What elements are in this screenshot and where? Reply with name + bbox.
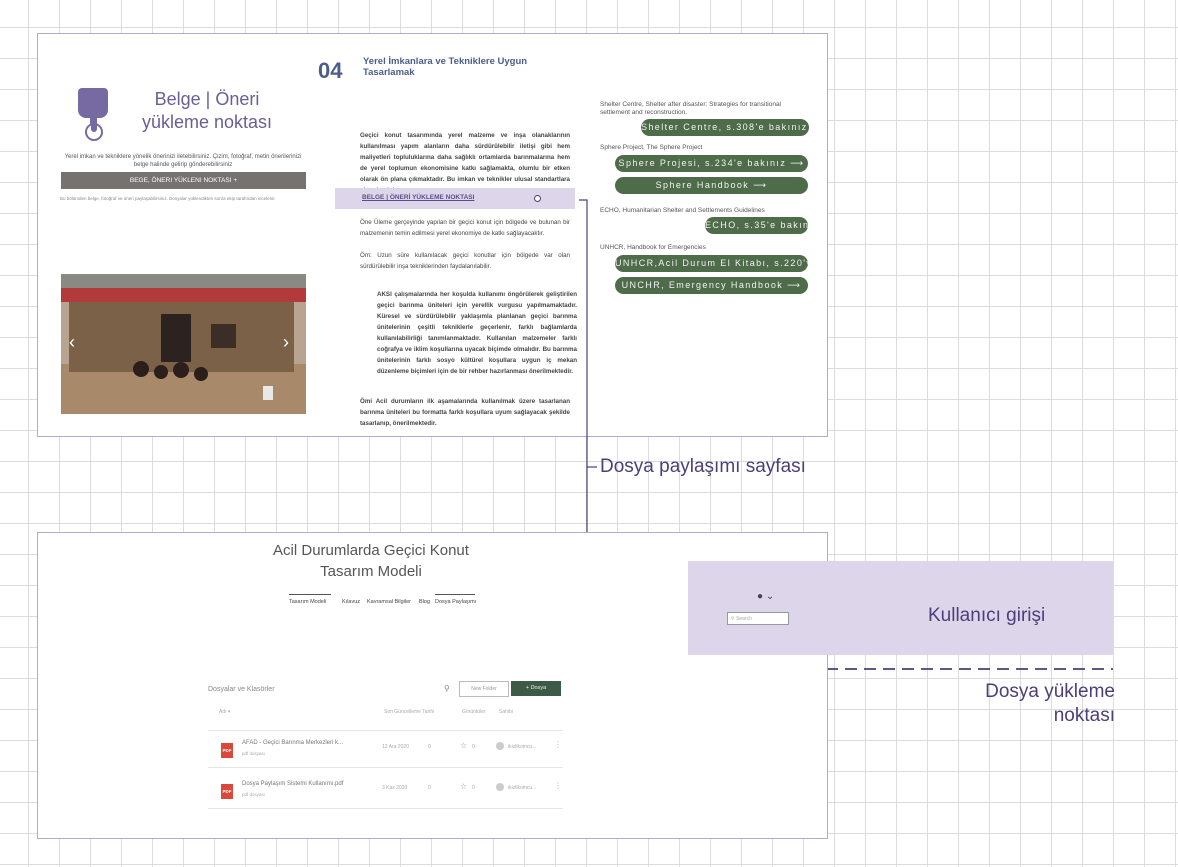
- resource-label-2: Sphere Project, The Sphere Project: [600, 144, 703, 151]
- search-placeholder: Search: [736, 616, 752, 622]
- upload-description: Yerel imkan ve tekniklere yönelik önerin…: [64, 154, 302, 168]
- house-photo: ‹ ›: [61, 274, 306, 414]
- file-owner: ikizlikomcu...: [508, 785, 537, 791]
- file-name[interactable]: AFAD - Geçici Barınma Merkezleri k...: [242, 740, 343, 746]
- section-title: Yerel İmkanlara ve Tekniklere Uygun Tasa…: [363, 56, 528, 78]
- resource-label-5: UNHCR, Handbook for Emergencies: [600, 244, 706, 251]
- annotation-upload-point: Dosya yükleme noktası: [985, 681, 1115, 726]
- nav-concepts[interactable]: Kavramsal Bilgiler: [367, 599, 411, 605]
- file-owner: ikizlikomcu...: [508, 744, 537, 750]
- nav-file-share-underline: [435, 594, 475, 595]
- more-options-icon[interactable]: ⋮: [554, 740, 562, 749]
- sphere-handbook-button[interactable]: Sphere Handbook ⟶: [615, 177, 808, 194]
- paragraph-4: Ömi Acil durumların ilk aşamalarında kul…: [360, 398, 570, 427]
- user-account-icon[interactable]: ● ⌄: [757, 591, 774, 602]
- file-date: 3 Kas 2020: [382, 785, 408, 791]
- echo-button[interactable]: ECHO, s.35'e bakınız ⟶: [705, 217, 808, 234]
- table-header: Adı ▾ Son Güncelleme Tarihi Görüntüler S…: [219, 709, 569, 717]
- search-box[interactable]: ⚲ Search: [727, 612, 789, 625]
- unhcr-tr-button[interactable]: UNHCR,Acil Durum El Kitabı, s.220'yo...: [615, 255, 808, 272]
- section-label: Dosyalar ve Klasörler: [208, 686, 275, 693]
- highlight-upload-point[interactable]: BELGE | ÖNERİ YÜKLEME NOKTASI: [335, 188, 575, 209]
- file-date: 12 Ara 2020: [382, 744, 409, 750]
- nav-design-model[interactable]: Tasarım Modeli: [289, 599, 326, 605]
- pdf-file-icon: PDF: [221, 784, 233, 799]
- nav-guide[interactable]: Kılavuz: [342, 599, 360, 605]
- photo-prev-icon[interactable]: ‹: [69, 332, 75, 353]
- hand-pointer-icon: [72, 84, 112, 144]
- annotation-login: Kullanıcı girişi: [928, 605, 1046, 626]
- col-date[interactable]: Son Güncelleme Tarihi: [384, 709, 434, 715]
- col-views[interactable]: Görüntüler: [462, 709, 486, 715]
- highlight-upload-label: BELGE | ÖNERİ YÜKLEME NOKTASI: [362, 194, 475, 201]
- more-options-icon[interactable]: ⋮: [554, 781, 562, 790]
- annotation-file-share: Dosya paylaşımı sayfası: [600, 456, 806, 477]
- star-icon[interactable]: ☆: [460, 741, 467, 750]
- nav-active-underline: [289, 594, 331, 595]
- search-icon: ⚲: [731, 616, 735, 622]
- plus-icon: +: [233, 177, 238, 184]
- file-upload-button[interactable]: + Dosya: [511, 681, 561, 696]
- nav-bar: Tasarım Modeli Kılavuz Kavramsal Bilgile…: [289, 594, 489, 609]
- file-type: pdf dosyası: [242, 751, 266, 756]
- upload-note: Bu bölümden belge, fotoğraf ve öneri pay…: [60, 196, 276, 201]
- file-views: 0: [428, 785, 431, 791]
- photo-next-icon[interactable]: ›: [283, 332, 289, 353]
- upload-button[interactable]: BEGE, ÖNERI YÜKLENI NOKTASI +: [61, 172, 306, 189]
- shelter-centre-button[interactable]: Shelter Centre, s.308'e bakınız ⟶: [641, 119, 809, 136]
- nav-file-share[interactable]: Dosya Paylaşımı: [435, 599, 476, 605]
- sphere-project-button[interactable]: Sphere Projesi, s.234'e bakınız ⟶: [615, 155, 808, 172]
- table-row[interactable]: PDF Dosya Paylaşım Sistemi Kullanımı.pdf…: [208, 772, 563, 809]
- upload-button-label: BEGE, ÖNERI YÜKLENI NOKTASI: [129, 177, 232, 184]
- bullet-text-1: Geçici konut tasarımında yerel malzeme v…: [360, 132, 570, 194]
- connector-dot-icon: [534, 195, 541, 202]
- paragraph-2: Öne Üleme gerçeyinde yapılan bir geçici …: [360, 219, 570, 237]
- file-views: 0: [428, 744, 431, 750]
- new-folder-button[interactable]: New Folder: [459, 681, 509, 697]
- col-owner[interactable]: Sahibi: [499, 709, 513, 715]
- search-icon[interactable]: ⚲: [444, 684, 450, 693]
- pdf-file-icon: PDF: [221, 743, 233, 758]
- file-stars: 0: [472, 785, 475, 791]
- upload-title: Belge | Öneri yükleme noktası: [141, 89, 273, 132]
- resource-label-1: Shelter Centre, Shelter after disaster: …: [600, 101, 782, 116]
- avatar: [496, 783, 504, 791]
- paragraph-3: Öm: Uzun süre kullanılacak geçici konutl…: [360, 252, 570, 270]
- file-name[interactable]: Dosya Paylaşım Sistemi Kullanımı.pdf: [242, 781, 343, 787]
- site-title: Acil Durumlarda Geçici Konut Tasarım Mod…: [273, 542, 469, 580]
- file-type: pdf dosyası: [242, 792, 266, 797]
- unchr-handbook-button[interactable]: UNCHR, Emergency Handbook ⟶: [615, 277, 808, 294]
- file-stars: 0: [472, 744, 475, 750]
- avatar: [496, 742, 504, 750]
- col-name[interactable]: Adı ▾: [219, 709, 230, 715]
- star-icon[interactable]: ☆: [460, 782, 467, 791]
- section-number: 04: [318, 58, 343, 83]
- table-row[interactable]: PDF AFAD - Geçici Barınma Merkezleri k..…: [208, 730, 563, 768]
- top-page-frame: Belge | Öneri yükleme noktası Yerel imka…: [37, 33, 828, 437]
- bullet-text-2: AKSI çalışmalarında her koşulda kullanım…: [377, 291, 577, 375]
- resource-label-4: ECHO, Humanitarian Shelter and Settlemen…: [600, 207, 765, 214]
- nav-blog[interactable]: Blog: [419, 599, 430, 605]
